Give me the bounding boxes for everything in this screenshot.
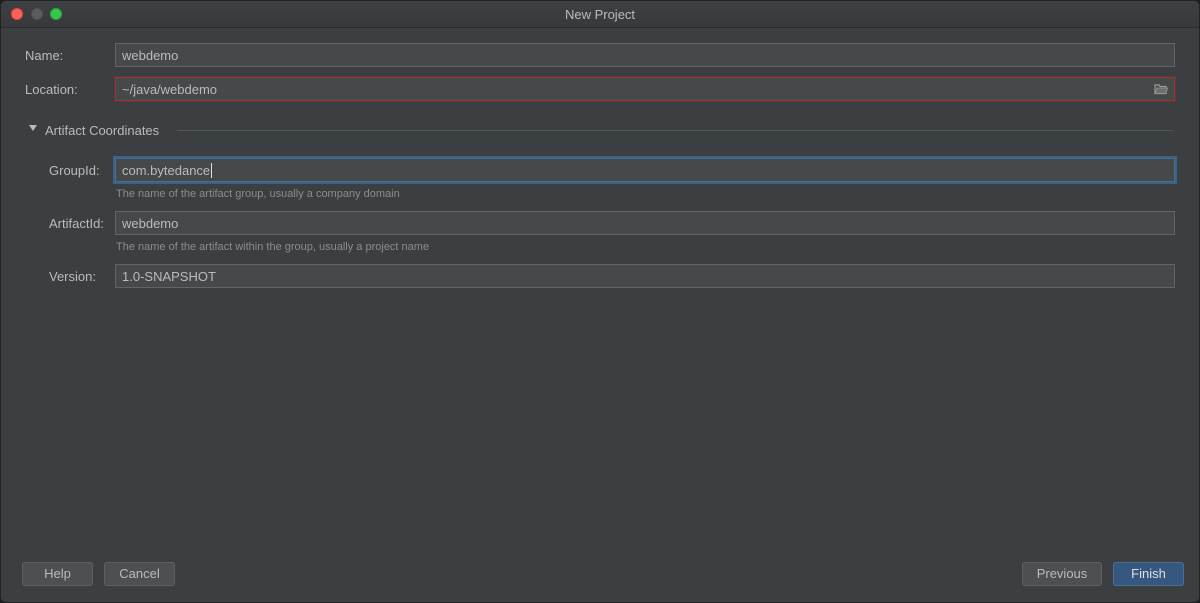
group-id-input-value: com.bytedance bbox=[122, 163, 211, 178]
finish-button[interactable]: Finish bbox=[1113, 562, 1184, 586]
location-input-value: ~/java/webdemo bbox=[122, 82, 218, 97]
cancel-button[interactable]: Cancel bbox=[104, 562, 175, 586]
folder-icon[interactable] bbox=[1154, 83, 1168, 95]
version-input-value: 1.0-SNAPSHOT bbox=[122, 269, 216, 284]
version-label: Version: bbox=[49, 269, 96, 284]
artifact-id-hint: The name of the artifact within the grou… bbox=[116, 241, 430, 253]
version-input[interactable]: 1.0-SNAPSHOT bbox=[115, 264, 1175, 288]
help-button[interactable]: Help bbox=[22, 562, 93, 586]
name-input-value: webdemo bbox=[122, 48, 179, 63]
artifact-id-input[interactable]: webdemo bbox=[115, 211, 1175, 235]
location-label: Location: bbox=[25, 82, 78, 97]
title-bar: New Project bbox=[1, 1, 1199, 28]
text-cursor bbox=[211, 163, 213, 178]
new-project-dialog: New Project Name: webdemo Location: ~/ja… bbox=[0, 0, 1200, 603]
group-id-input[interactable]: com.bytedance bbox=[115, 158, 1175, 182]
section-title[interactable]: Artifact Coordinates bbox=[45, 123, 159, 138]
section-divider bbox=[177, 130, 1173, 131]
name-input[interactable]: webdemo bbox=[115, 43, 1175, 67]
artifact-id-label: ArtifactId: bbox=[49, 216, 104, 231]
collapse-toggle-icon[interactable] bbox=[29, 125, 37, 131]
group-id-hint: The name of the artifact group, usually … bbox=[116, 188, 400, 200]
previous-button[interactable]: Previous bbox=[1022, 562, 1102, 586]
group-id-label: GroupId: bbox=[49, 163, 100, 178]
name-label: Name: bbox=[25, 48, 64, 63]
window-title: New Project bbox=[564, 7, 636, 22]
artifact-id-input-value: webdemo bbox=[122, 216, 179, 231]
location-input[interactable]: ~/java/webdemo bbox=[115, 77, 1175, 101]
